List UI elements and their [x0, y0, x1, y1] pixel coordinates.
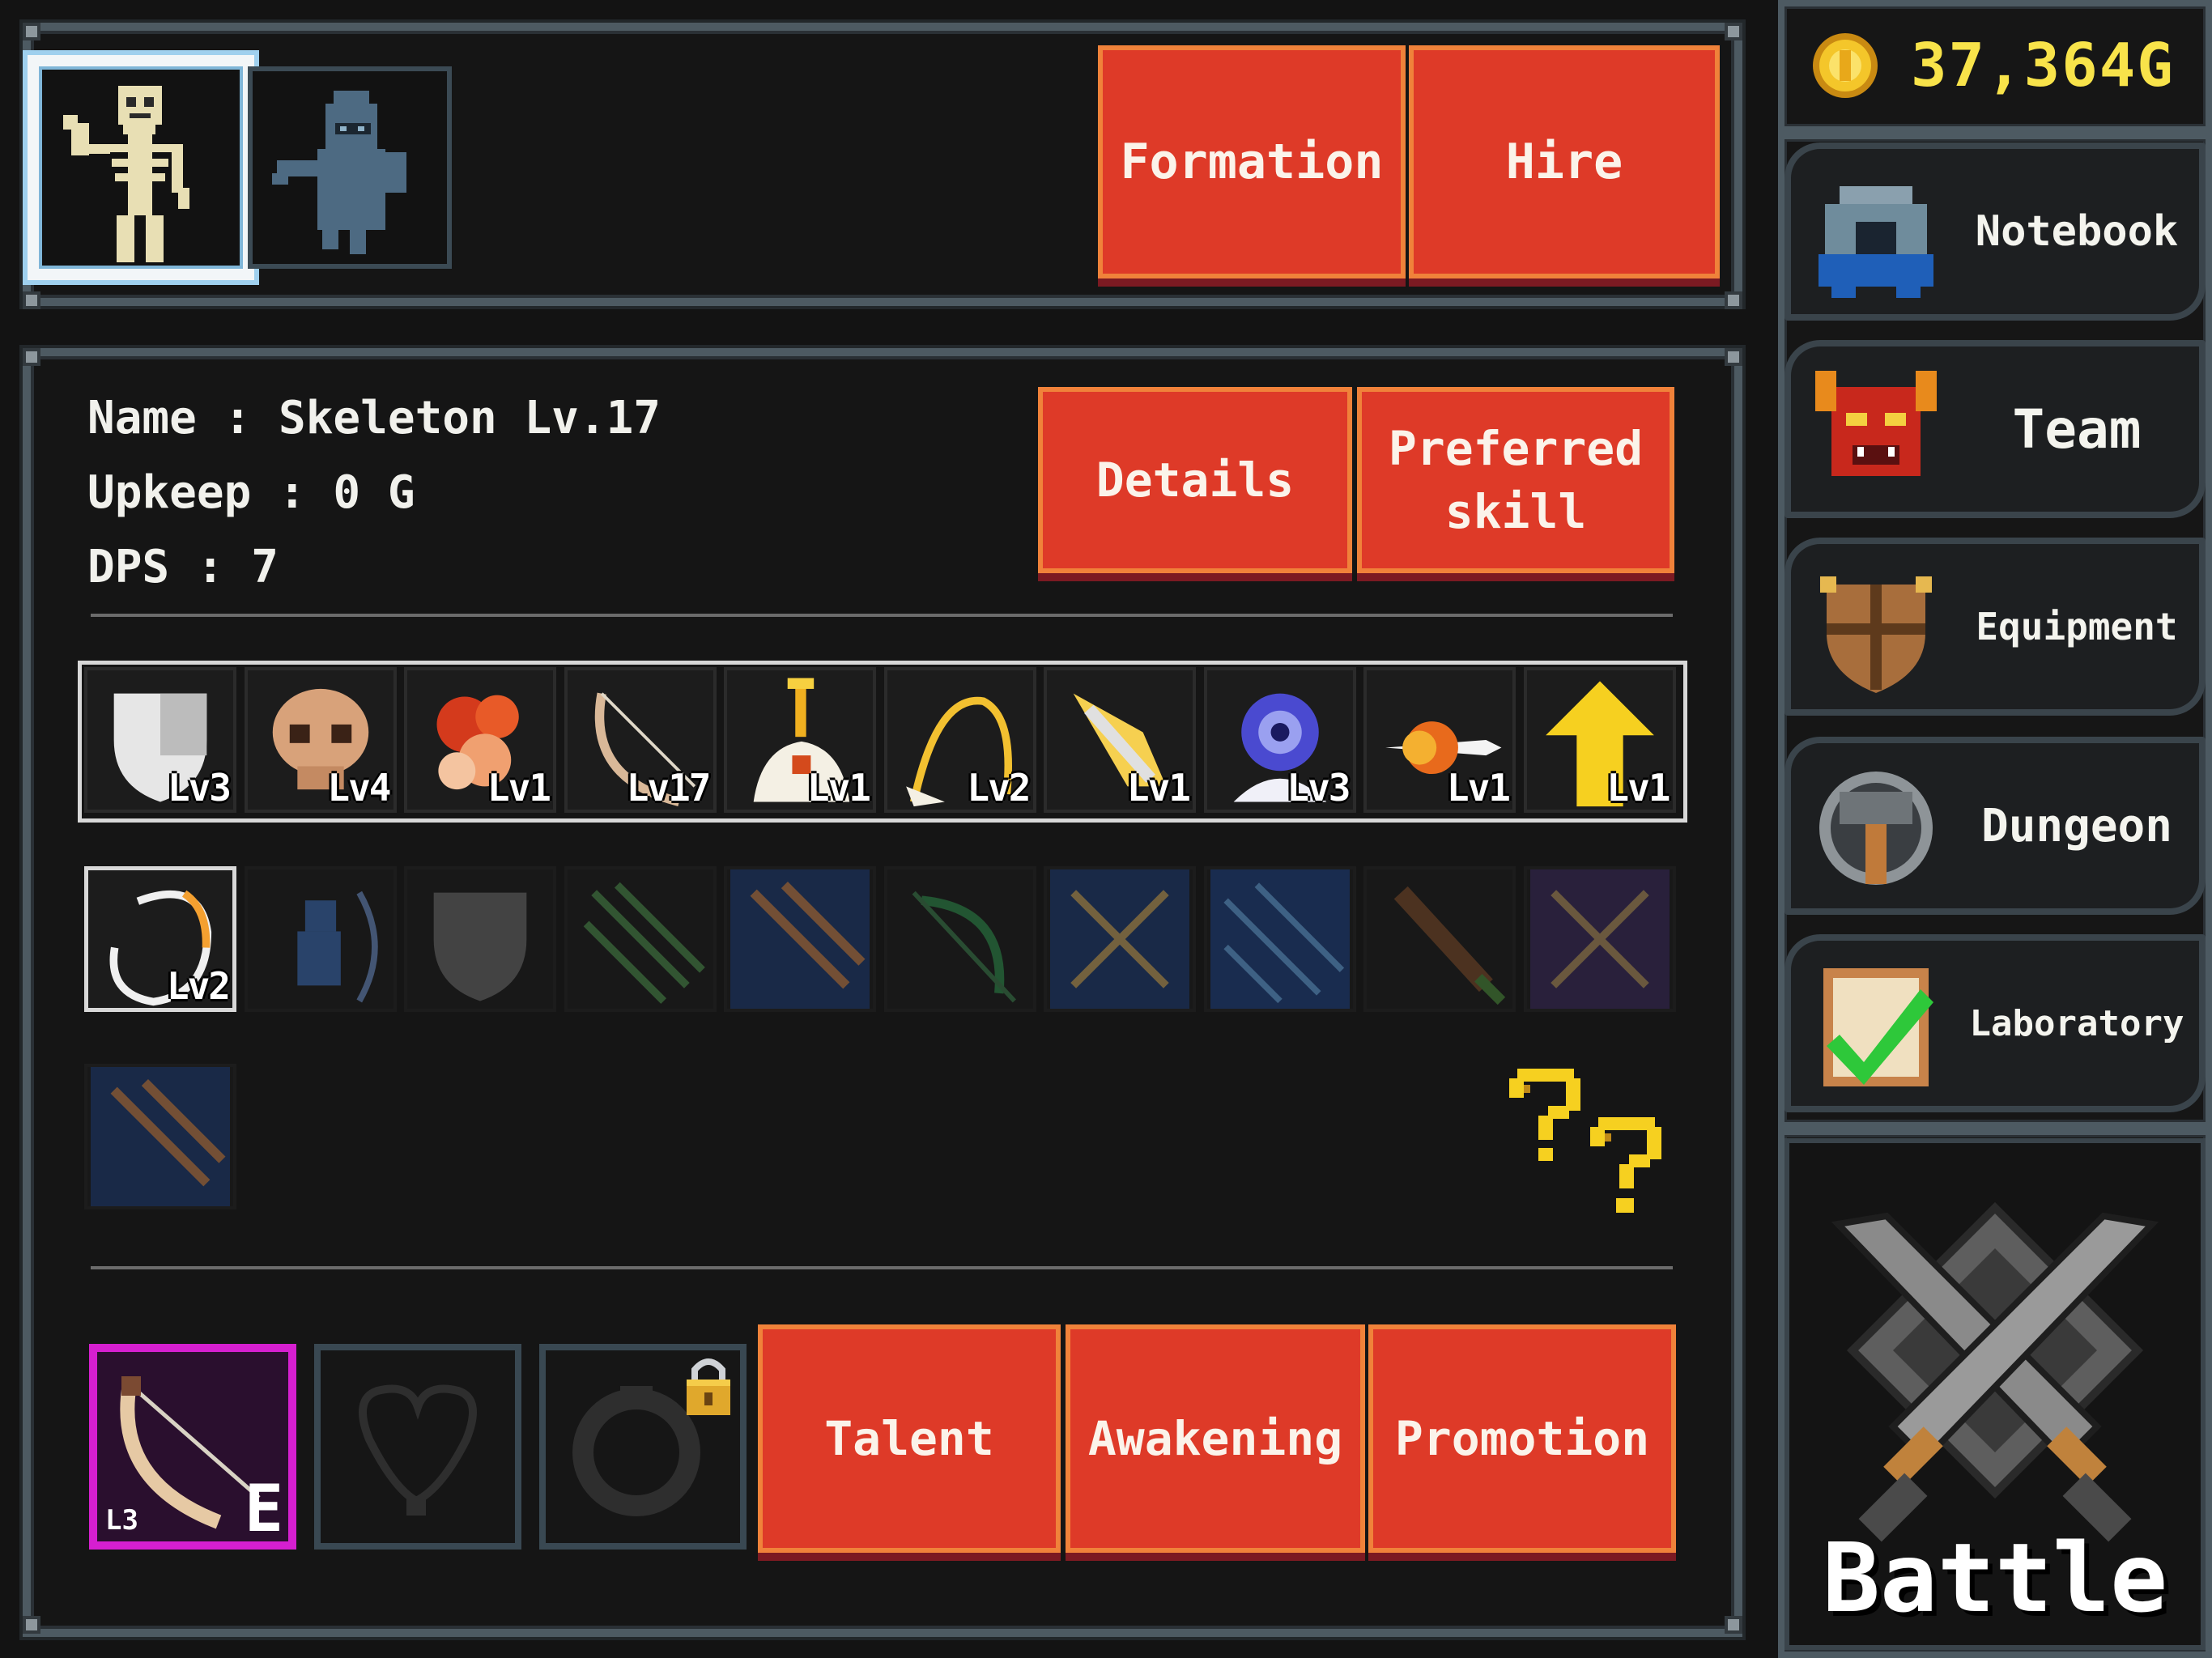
skill-level-text: Lv3	[167, 766, 232, 810]
dungeon-button[interactable]: Dungeon	[1784, 737, 2206, 915]
laboratory-checklist-icon	[1823, 968, 1933, 1086]
rivet-decoration	[1725, 291, 1742, 309]
crossed-swords-icon	[1831, 1201, 2159, 1542]
skill-level-text: Lv2	[967, 766, 1031, 810]
divider-line	[91, 1266, 1673, 1269]
rivet-decoration	[23, 23, 40, 40]
skill-level-text: Lv1	[1606, 766, 1670, 810]
skill-level-text: Lv1	[1446, 766, 1511, 810]
question-marks-icon[interactable]	[1509, 1061, 1671, 1222]
rivet-decoration	[1725, 23, 1742, 40]
skill-slot[interactable]: Lv1	[1044, 667, 1196, 813]
skill-slot[interactable]: Lv2	[84, 866, 236, 1012]
laboratory-label: Laboratory	[1969, 1002, 2184, 1044]
blue-arrows-icon	[730, 869, 870, 1009]
crossed-bows-icon	[1050, 869, 1189, 1009]
hire-button[interactable]: Hire	[1409, 45, 1720, 278]
rivet-decoration	[23, 1616, 40, 1634]
skill-level-text: Lv3	[1287, 766, 1351, 810]
skill-level-text: Lv1	[1126, 766, 1191, 810]
skill-slot[interactable]: Lv3	[84, 667, 236, 813]
divider-line	[91, 614, 1673, 617]
skill-slot[interactable]: Lv3	[1203, 667, 1356, 813]
rivet-decoration	[23, 291, 40, 309]
skill-level-text: Lv1	[806, 766, 871, 810]
skill-slot[interactable]	[1363, 866, 1516, 1012]
battle-button[interactable]: Battle	[1784, 1138, 2206, 1650]
rivet-decoration	[1725, 1616, 1742, 1634]
unit-upkeep-text: Upkeep : 0 G	[87, 466, 415, 519]
skill-slot[interactable]: Lv4	[244, 667, 397, 813]
rivet-decoration	[23, 348, 40, 366]
notebook-button[interactable]: Notebook	[1784, 142, 2206, 321]
skill-slot[interactable]	[1203, 866, 1356, 1012]
dungeon-label: Dungeon	[1980, 799, 2172, 852]
skill-level-text: Lv1	[487, 766, 551, 810]
weapon-slot[interactable]: L3 E	[89, 1344, 296, 1550]
notebook-icon	[1819, 186, 1933, 298]
necklace-slot[interactable]	[314, 1344, 521, 1550]
skill-slot[interactable]: Lv1	[724, 667, 876, 813]
unit-slot-skeleton[interactable]	[28, 55, 254, 280]
gold-amount: 37,364G	[1911, 31, 2175, 100]
skill-slot[interactable]	[1044, 866, 1196, 1012]
skill-slot[interactable]: Lv17	[564, 667, 717, 813]
skill-slot[interactable]	[244, 866, 397, 1012]
dark-shield-icon	[433, 892, 527, 1001]
weapon-grade-text: E	[244, 1471, 283, 1546]
team-label: Team	[2012, 397, 2142, 461]
skill-slot[interactable]	[564, 866, 717, 1012]
archer-icon	[296, 891, 378, 1003]
laboratory-button[interactable]: Laboratory	[1784, 934, 2206, 1112]
awakening-button[interactable]: Awakening	[1066, 1324, 1365, 1553]
preferred-skill-button[interactable]: Preferred skill	[1357, 387, 1674, 573]
rivet-decoration	[1725, 348, 1742, 366]
skill-slot[interactable]: Lv1	[404, 667, 556, 813]
skill-level-text: Lv2	[166, 964, 231, 1008]
gold-coin-icon	[1813, 33, 1878, 98]
blue-rain-arrows-icon	[1210, 869, 1350, 1009]
skill-slot[interactable]: Lv2	[883, 667, 1036, 813]
equipment-label: Equipment	[1976, 605, 2178, 648]
dungeon-gate-icon	[1819, 772, 1933, 885]
demon-mask-icon	[1815, 371, 1937, 476]
unit-slot-ghost[interactable]	[248, 66, 452, 269]
skill-level-text: Lv4	[327, 766, 391, 810]
weapon-level-text: L3	[105, 1504, 138, 1537]
skill-slot[interactable]	[1523, 866, 1676, 1012]
skill-slot[interactable]	[883, 866, 1036, 1012]
brown-club-icon	[1393, 886, 1506, 1005]
details-button[interactable]: Details	[1038, 387, 1352, 573]
unit-dps-text: DPS : 7	[87, 541, 279, 593]
formation-button[interactable]: Formation	[1098, 45, 1406, 278]
blue-arrows-icon	[91, 1067, 230, 1206]
hooded-ghost-portrait	[272, 91, 406, 254]
green-arrows-icon	[583, 882, 705, 1004]
notebook-label: Notebook	[1975, 207, 2179, 256]
skill-level-text: Lv17	[626, 766, 712, 810]
team-button[interactable]: Team	[1784, 340, 2206, 518]
skill-slot[interactable]	[84, 1064, 236, 1209]
green-bow-icon	[912, 891, 1016, 1003]
battle-label: Battle	[1822, 1522, 2168, 1634]
talent-button[interactable]: Talent	[758, 1324, 1061, 1553]
skill-slot[interactable]	[724, 866, 876, 1012]
skeleton-portrait	[63, 86, 189, 262]
skill-slot[interactable]	[404, 866, 556, 1012]
promotion-button[interactable]: Promotion	[1368, 1324, 1676, 1553]
unit-name-text: Name : Skeleton Lv.17	[87, 392, 661, 444]
purple-crossed-bows-icon	[1529, 869, 1670, 1009]
lock-icon	[687, 1358, 730, 1415]
necklace-icon	[359, 1384, 477, 1516]
skill-slot[interactable]: Lv1	[1363, 667, 1516, 813]
ring-slot[interactable]	[539, 1344, 747, 1550]
equipment-button[interactable]: Equipment	[1784, 538, 2206, 716]
skill-slot[interactable]: Lv1	[1523, 667, 1676, 813]
shield-equipment-icon	[1820, 576, 1932, 693]
